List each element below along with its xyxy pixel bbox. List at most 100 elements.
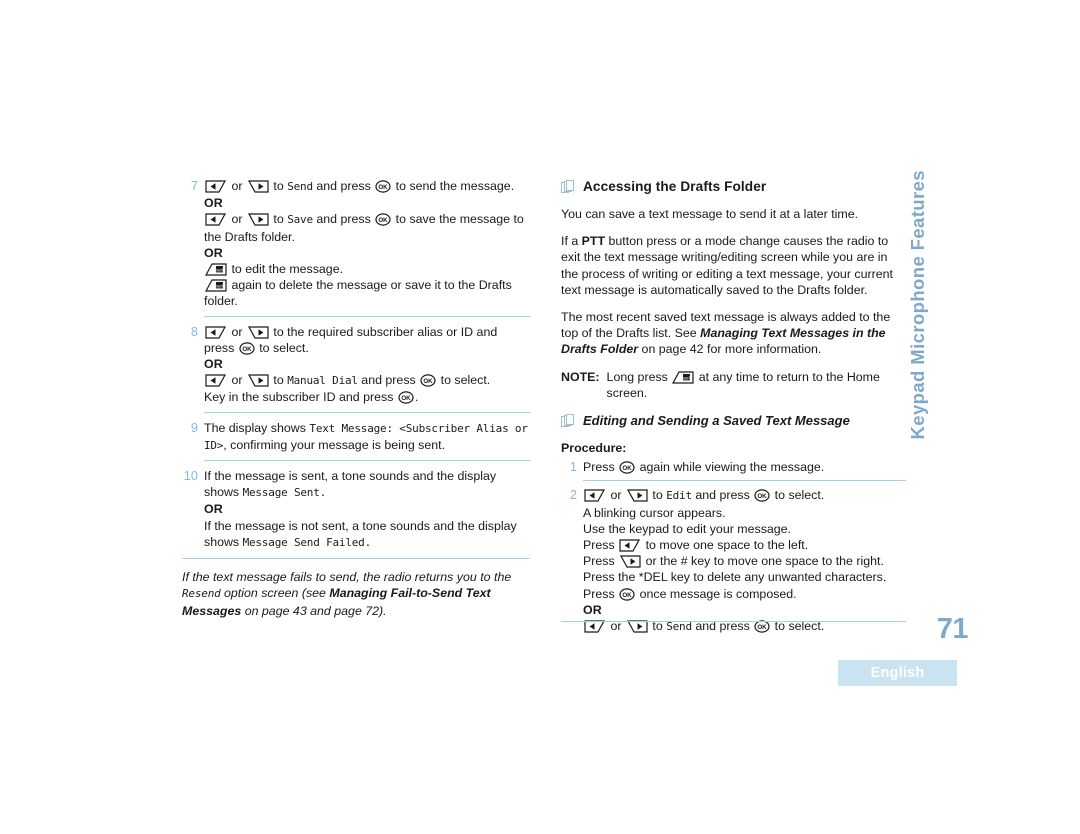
- step-number: 9: [190, 419, 198, 435]
- step-line: Press to move one space to the left.: [583, 537, 906, 553]
- step-body: or to Send and press OK to send the mess…: [204, 178, 530, 310]
- ptt-seg2: button press or a mode change causes the…: [561, 234, 893, 297]
- recent-seg2: on page 42 for more information.: [638, 342, 822, 357]
- step-line: back to edit the message.: [204, 261, 530, 277]
- svg-text:OK: OK: [424, 378, 434, 385]
- step-tail: to select.: [774, 488, 825, 503]
- step-9: 9 The display shows Text Message: <Subsc…: [182, 420, 530, 454]
- svg-text:OK: OK: [379, 218, 389, 225]
- or-divider: OR: [204, 502, 223, 517]
- stacked-pages-icon: [561, 180, 575, 195]
- left-arrow-key-icon: [205, 326, 227, 339]
- step-separator: [583, 480, 906, 482]
- step-number: 7: [190, 178, 198, 193]
- right-arrow-key-icon: [247, 374, 269, 387]
- or-text: or: [231, 324, 243, 339]
- display-literal: Save: [287, 213, 313, 227]
- section-separator: [182, 558, 530, 560]
- or-text: or: [610, 488, 622, 503]
- step-line: Press OK again while viewing the message…: [583, 459, 906, 475]
- step-line: If the message is not sent, a tone sound…: [204, 518, 530, 551]
- heading-text: Accessing the Drafts Folder: [583, 179, 767, 194]
- ptt-seg1: If a: [561, 234, 582, 249]
- step-tail: again to delete the message or save it t…: [204, 278, 512, 309]
- stacked-pages-icon: [561, 414, 575, 429]
- or-text: or: [231, 179, 243, 193]
- or-divider: OR: [583, 602, 602, 617]
- step-body: The display shows Text Message: <Subscri…: [204, 420, 530, 454]
- step-8: 8 or to the required subscriber alias or…: [182, 324, 530, 406]
- step-text: Press: [583, 586, 615, 601]
- back-key-icon: back: [205, 263, 227, 276]
- or-divider: OR: [204, 196, 223, 211]
- step-text: Press: [583, 460, 615, 475]
- step-text: Press: [583, 554, 615, 569]
- step-line: If the message is sent, a tone sounds an…: [204, 468, 530, 501]
- and-press-text: and press: [316, 212, 371, 227]
- note-seg1: Long press: [606, 369, 672, 384]
- left-arrow-key-icon: [584, 489, 606, 503]
- left-arrow-key-icon: [619, 539, 641, 552]
- to-text: to: [273, 373, 284, 388]
- step-body: If the message is sent, a tone sounds an…: [204, 468, 530, 551]
- step-7: 7 or to Send and press OK to send the me…: [182, 178, 530, 310]
- ok-key-icon: OK: [754, 489, 770, 503]
- subheading-editing-sending-saved-message: Editing and Sending a Saved Text Message: [561, 412, 906, 429]
- language-band: English: [838, 660, 957, 686]
- or-text: or: [231, 212, 243, 227]
- and-press-text: and press: [361, 373, 416, 388]
- step-line: or to Send and press OK to send the mess…: [204, 178, 530, 195]
- svg-text:OK: OK: [623, 592, 633, 599]
- to-text: to: [273, 212, 284, 227]
- to-text: to: [273, 179, 284, 193]
- step-line: Press or the # key to move one space to …: [583, 553, 906, 569]
- svg-text:OK: OK: [242, 346, 252, 353]
- subheading-text: Editing and Sending a Saved Text Message: [583, 413, 850, 429]
- step-tail: again while viewing the message.: [639, 460, 825, 475]
- step-line: The display shows Text Message: <Subscri…: [204, 420, 530, 454]
- paragraph-ptt: If a PTT button press or a mode change c…: [561, 233, 906, 298]
- step-body: or to the required subscriber alias or I…: [204, 324, 530, 406]
- left-arrow-key-icon: [205, 374, 227, 387]
- left-arrow-key-icon: [584, 620, 606, 633]
- paragraph-most-recent: The most recent saved text message is al…: [561, 309, 906, 358]
- left-arrow-key-icon: [205, 180, 227, 193]
- or-divider: OR: [204, 245, 223, 260]
- display-literal: Manual Dial: [287, 374, 358, 388]
- back-key-icon: back: [205, 279, 227, 292]
- and-press-text: and press: [316, 179, 371, 193]
- svg-text:back: back: [215, 284, 225, 289]
- ptt-bold: PTT: [581, 234, 606, 249]
- step-number: 8: [190, 323, 198, 339]
- procedure-step-2: 2 or to Edit and press OK to select. A b…: [561, 487, 906, 635]
- right-arrow-key-icon: [247, 213, 269, 227]
- ok-key-icon: OK: [754, 620, 770, 633]
- step-number: 1: [569, 459, 577, 475]
- note-seg2: option screen (see: [220, 586, 330, 601]
- svg-text:OK: OK: [758, 494, 768, 501]
- right-arrow-key-icon: [626, 620, 648, 633]
- step-text: Key in the subscriber ID and press: [204, 390, 394, 405]
- paragraph-save-later: You can save a text message to send it a…: [561, 207, 859, 221]
- step-number: 2: [569, 487, 577, 503]
- resend-literal: Resend: [182, 587, 221, 601]
- manual-page: 7 or to Send and press OK to send the me…: [0, 0, 1080, 834]
- back-key-icon: back: [672, 371, 694, 384]
- step-tail: or the # key to move one space to the ri…: [645, 554, 884, 569]
- step-text: Press: [583, 538, 615, 553]
- ok-key-icon: OK: [375, 213, 391, 227]
- step-tail: to edit the message.: [231, 262, 344, 277]
- right-column: Accessing the Drafts Folder You can save…: [561, 178, 906, 637]
- step-tail: to move one space to the left.: [645, 538, 809, 553]
- note-seg3: on page 43 and page 72).: [241, 603, 387, 618]
- step-tail: to send the message.: [395, 179, 515, 193]
- svg-text:back: back: [682, 375, 692, 380]
- side-tab-text: Keypad Microphone Features: [907, 170, 928, 440]
- ok-key-icon: OK: [398, 391, 414, 405]
- step-line: A blinking cursor appears.: [583, 505, 726, 520]
- svg-text:OK: OK: [623, 465, 633, 472]
- display-literal: Message Send Failed.: [242, 535, 372, 549]
- note-body: Long press back at any time to return to…: [607, 369, 906, 401]
- display-literal: Send: [666, 620, 692, 634]
- or-text: or: [231, 373, 243, 388]
